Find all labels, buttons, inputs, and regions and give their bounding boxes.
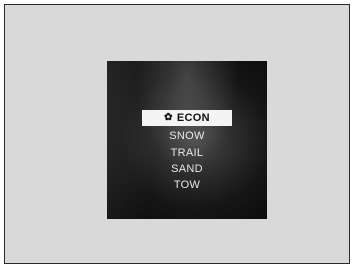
mode-item-snow[interactable]: SNOW [107, 129, 267, 143]
mode-item-sand[interactable]: SAND [107, 162, 267, 176]
figure-frame: ✿ ECON SNOW TRAIL SAND TOW [4, 4, 350, 264]
econ-leaf-icon: ✿ [164, 112, 173, 123]
drive-mode-menu: ✿ ECON SNOW TRAIL SAND TOW [107, 61, 267, 219]
mode-item-econ[interactable]: ✿ ECON [142, 110, 232, 126]
drive-mode-display: ✿ ECON SNOW TRAIL SAND TOW [107, 61, 267, 219]
mode-item-trail[interactable]: TRAIL [107, 146, 267, 160]
mode-item-tow[interactable]: TOW [107, 178, 267, 192]
mode-label-econ: ECON [176, 112, 210, 124]
